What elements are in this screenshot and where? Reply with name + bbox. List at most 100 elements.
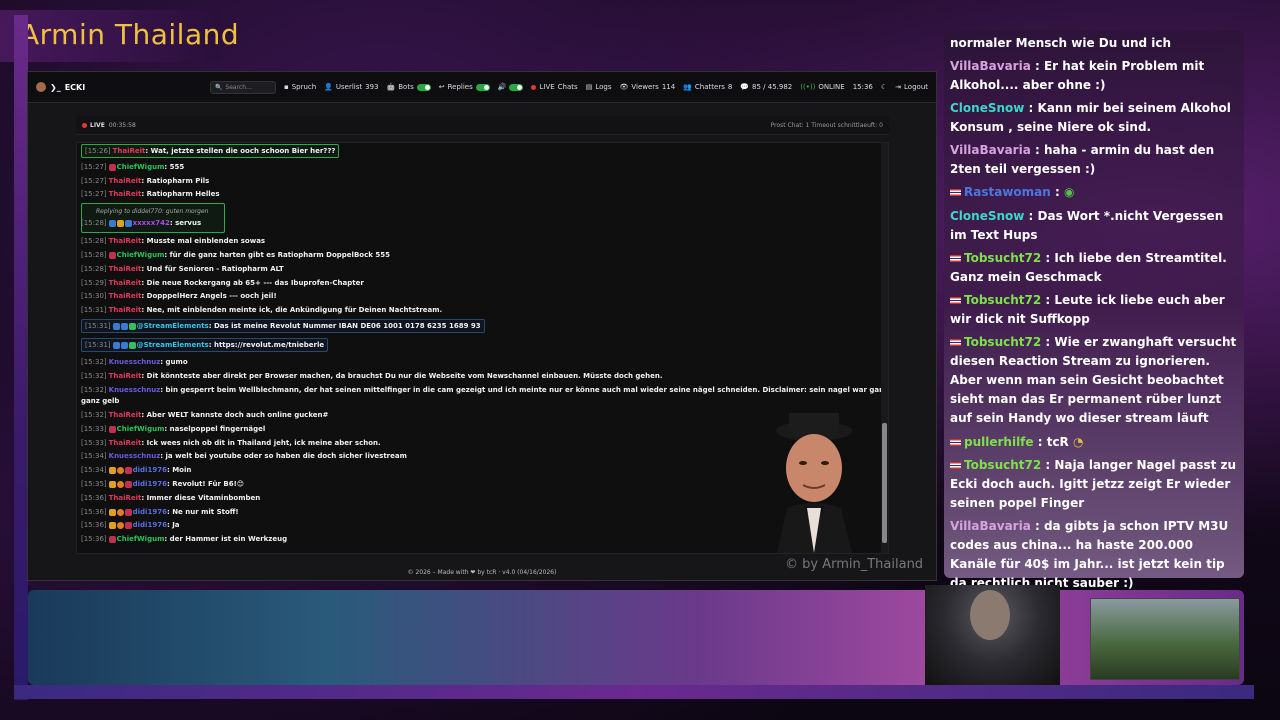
username[interactable]: ThaiReit bbox=[109, 372, 142, 380]
chat-message[interactable]: [15:28] ThaiReit: Und für Senioren - Rati… bbox=[81, 265, 284, 273]
chat-message[interactable]: [15:35] didi1976: Revolut! Für B6!😊 bbox=[81, 480, 244, 488]
timestamp: [15:32] bbox=[81, 411, 107, 419]
chat-message[interactable]: [15:33] ThaiReit: Ick wees nich ob dit in… bbox=[81, 439, 381, 447]
chat-message[interactable]: [15:36] didi1976: Ne nur mit Stoff! bbox=[81, 508, 239, 516]
username[interactable]: ThaiReit bbox=[113, 147, 146, 155]
chat-message[interactable]: [15:36] ThaiReit: Immer diese Vitaminbomb… bbox=[81, 494, 260, 502]
username[interactable]: xxxxx742 bbox=[133, 219, 170, 227]
chat-message[interactable]: [15:28] ChiefWigum: für die ganz harten g… bbox=[81, 251, 390, 259]
chat-message[interactable]: [15:26] ThaiReit: Wat, jetzte stellen die… bbox=[81, 144, 340, 158]
username[interactable]: ThaiReit bbox=[109, 177, 142, 185]
username[interactable]: didi1976 bbox=[133, 480, 167, 488]
chat-message[interactable]: [15:28] xxxxx742: servus bbox=[81, 219, 201, 227]
sound-toggle[interactable]: 🔊 bbox=[498, 83, 524, 91]
live-chats-button[interactable]: LIVE Chats bbox=[531, 83, 578, 91]
userlist-count: 393 bbox=[365, 83, 379, 91]
badge-icon bbox=[108, 251, 116, 259]
chat-log[interactable]: Replying to diddel770: guten morgen [15:… bbox=[76, 142, 889, 554]
timestamp: [15:28] bbox=[81, 251, 107, 259]
chat-message[interactable]: [15:28] ThaiReit: Musste mal einblenden s… bbox=[81, 237, 265, 245]
message-text: : Ratiopharm Pils bbox=[141, 177, 210, 185]
username[interactable]: @StreamElements bbox=[137, 341, 209, 349]
overlay-username: VillaBavaria bbox=[950, 143, 1031, 157]
logs-button[interactable]: ▤ Logs bbox=[586, 83, 612, 91]
message-text: : Das ist meine Revolut Nummer IBAN DE06… bbox=[208, 322, 481, 330]
username[interactable]: @StreamElements bbox=[137, 322, 209, 330]
chat-message[interactable]: [15:32] ThaiReit: Aber WELT kannste doch … bbox=[81, 411, 328, 419]
badge-icon bbox=[128, 322, 136, 330]
chat-message[interactable]: [15:34] Knuesschnuz: ja welt bei youtube … bbox=[81, 452, 407, 460]
username[interactable]: ThaiReit bbox=[109, 237, 142, 245]
eye-icon: 👁 bbox=[619, 83, 629, 91]
chat-message[interactable]: [15:36] didi1976: Ja bbox=[81, 521, 180, 529]
timestamp: [15:27] bbox=[81, 190, 107, 198]
chat-message[interactable]: [15:27] ThaiReit: Ratiopharm Helles bbox=[81, 190, 220, 198]
sound-switch[interactable] bbox=[509, 83, 524, 91]
badge-icon bbox=[108, 521, 116, 529]
search-input[interactable]: 🔍 Search... bbox=[209, 80, 276, 94]
username[interactable]: didi1976 bbox=[133, 521, 167, 529]
chat-message[interactable]: [15:33] ChiefWigum: naselpoppel fingernäg… bbox=[81, 425, 265, 433]
chat-message[interactable]: [15:32] Knuesschnuz: bin gesperrt beim We… bbox=[81, 386, 888, 394]
chatters-label: Chatters bbox=[694, 83, 725, 91]
scrollbar-thumb[interactable] bbox=[882, 423, 887, 543]
spruch-button[interactable]: ▪ Spruch bbox=[284, 83, 316, 91]
viewers-count: 114 bbox=[661, 83, 676, 91]
username[interactable]: Knuesschnuz bbox=[109, 386, 161, 394]
clock-time: 15:36 bbox=[852, 83, 873, 91]
brand[interactable]: ❯_ ECKI bbox=[36, 82, 85, 92]
streamer-head bbox=[970, 590, 1010, 640]
message-count-stat: 💬 85 / 45.982 bbox=[740, 83, 792, 91]
terminal-icon: ❯_ bbox=[50, 82, 61, 92]
overlay-chat-line: Rastawoman : ◉ bbox=[950, 183, 1238, 202]
username[interactable]: ThaiReit bbox=[109, 265, 142, 273]
logout-button[interactable]: ⇥ Logout bbox=[895, 83, 928, 91]
username[interactable]: ThaiReit bbox=[109, 292, 142, 300]
message-text: : Und für Senioren - Ratiopharm ALT bbox=[141, 265, 284, 273]
chat-scrollbar[interactable] bbox=[881, 143, 888, 553]
username[interactable]: didi1976 bbox=[133, 466, 167, 474]
chat-message[interactable]: [15:31] @StreamElements: Das ist meine Re… bbox=[81, 319, 485, 333]
theme-toggle[interactable]: ☾ bbox=[881, 83, 887, 91]
username[interactable]: ThaiReit bbox=[109, 494, 142, 502]
username[interactable]: ChiefWigum bbox=[117, 535, 165, 543]
username[interactable]: didi1976 bbox=[133, 508, 167, 516]
username[interactable]: ThaiReit bbox=[109, 190, 142, 198]
chat-message[interactable]: [15:32] Knuesschnuz: gumo bbox=[81, 358, 188, 366]
replies-switch[interactable] bbox=[475, 83, 490, 91]
signal-icon: ((•)) bbox=[800, 83, 816, 91]
userlist-button[interactable]: 👤 Userlist 393 bbox=[324, 83, 378, 91]
username[interactable]: ThaiReit bbox=[109, 439, 142, 447]
username[interactable]: ChiefWigum bbox=[117, 425, 165, 433]
replies-toggle[interactable]: ↩ Replies bbox=[439, 83, 490, 91]
chat-message[interactable]: [15:27] ThaiReit: Ratiopharm Pils bbox=[81, 177, 209, 185]
chat-message[interactable]: [15:32] ThaiReit: Dit könnteste aber dire… bbox=[81, 372, 663, 380]
chat-message[interactable]: [15:30] ThaiReit: DopppelHerz Angels --- … bbox=[81, 292, 277, 300]
chat-message[interactable]: [15:34] didi1976: Moin bbox=[81, 466, 191, 474]
chat-message[interactable]: [15:31] ThaiReit: Nee, mit einblenden mei… bbox=[81, 306, 442, 314]
logout-icon: ⇥ bbox=[895, 83, 902, 91]
bots-switch[interactable] bbox=[416, 83, 431, 91]
username[interactable]: ThaiReit bbox=[109, 306, 142, 314]
username[interactable]: ChiefWigum bbox=[117, 163, 165, 171]
username[interactable]: Knuesschnuz bbox=[109, 358, 161, 366]
chat-message[interactable]: [15:27] ChiefWigum: 555 bbox=[81, 163, 184, 171]
username[interactable]: ThaiReit bbox=[109, 411, 142, 419]
username[interactable]: ThaiReit bbox=[109, 279, 142, 287]
overlay-username: Tobsucht72 bbox=[964, 335, 1042, 349]
userlist-label: Userlist bbox=[335, 83, 363, 91]
message-text: : 555 bbox=[164, 163, 185, 171]
username[interactable]: ChiefWigum bbox=[117, 251, 165, 259]
chat-message[interactable]: [15:31] @StreamElements: https://revolut.… bbox=[81, 338, 329, 352]
live-dot-icon bbox=[82, 122, 87, 128]
overlay-chat-line: Tobsucht72 : Ich liebe den Streamtitel. … bbox=[950, 249, 1238, 287]
bots-toggle[interactable]: 🤖 Bots bbox=[387, 83, 431, 91]
badge-icon bbox=[108, 508, 116, 516]
timestamp: [15:36] bbox=[81, 508, 107, 516]
overlay-chat-line: CloneSnow : Kann mir bei seinem Alkohol … bbox=[950, 99, 1238, 137]
timestamp: [15:31] bbox=[81, 306, 107, 314]
chat-message[interactable]: [15:29] ThaiReit: Die neue Rockergang ab … bbox=[81, 279, 364, 287]
spruch-label: Spruch bbox=[291, 83, 317, 91]
chat-message[interactable]: [15:36] ChiefWigum: der Hammer ist ein We… bbox=[81, 535, 287, 543]
username[interactable]: Knuesschnuz bbox=[109, 452, 161, 460]
